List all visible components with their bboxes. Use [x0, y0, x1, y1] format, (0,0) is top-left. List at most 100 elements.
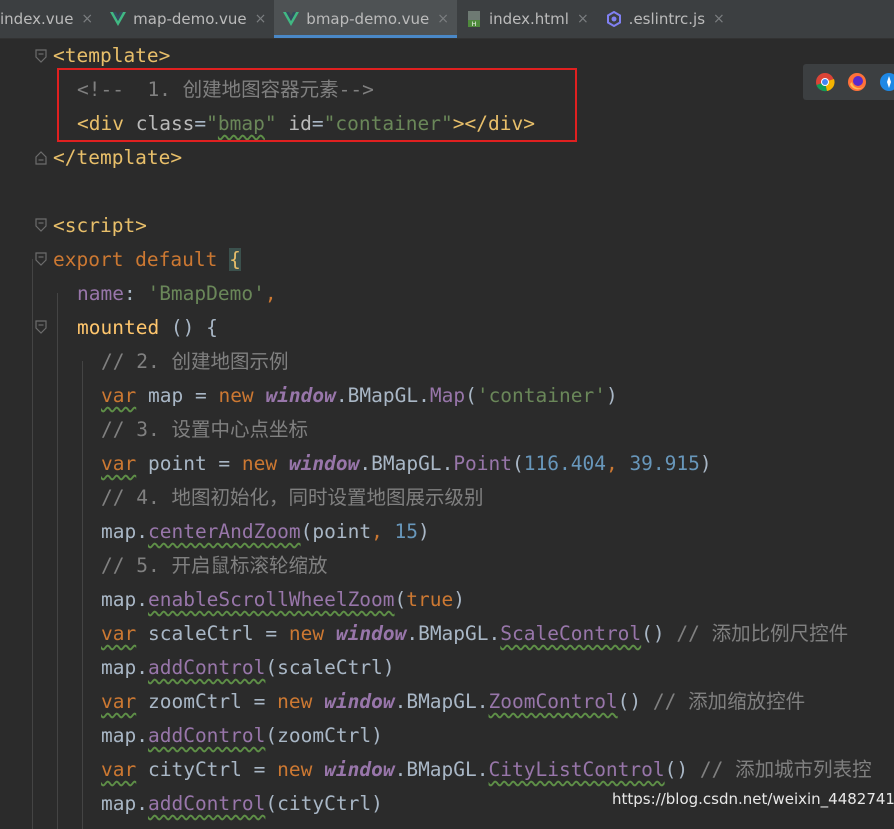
vue-icon	[109, 11, 127, 27]
close-icon[interactable]: ×	[81, 11, 93, 27]
tab-label: .eslintrc.js	[628, 10, 706, 28]
fold-marker-icon[interactable]	[35, 218, 47, 232]
code-line: var zoomCtrl = new window.BMapGL.ZoomCon…	[101, 690, 806, 713]
tab-label: index.html	[488, 10, 569, 28]
identifier: cityCtrl	[147, 758, 242, 781]
keyword: new	[241, 452, 278, 475]
identifier: map	[101, 792, 137, 815]
identifier: map	[101, 724, 137, 747]
code-line: mounted () {	[77, 311, 218, 345]
firefox-icon[interactable]	[847, 72, 867, 92]
keyword: new	[218, 384, 254, 407]
vue-icon	[282, 11, 300, 27]
keyword: new	[277, 758, 313, 781]
fold-marker-icon[interactable]	[35, 49, 47, 63]
identifier: point	[147, 452, 207, 475]
comment: // 添加缩放控件	[652, 690, 806, 713]
code-line: var cityCtrl = new window.BMapGL.CityLis…	[101, 758, 872, 781]
method: centerAndZoom	[147, 520, 301, 543]
keyword: new	[288, 622, 325, 645]
code-line: map.enableScrollWheelZoom(true)	[101, 588, 465, 611]
code-line: map.centerAndZoom(point, 15)	[101, 520, 430, 543]
code-line: <script>	[53, 209, 147, 243]
code-line: </template>	[53, 141, 182, 175]
tab-eslintrc-js[interactable]: .eslintrc.js ×	[597, 0, 733, 38]
keyword: var	[101, 690, 137, 713]
global: window	[324, 690, 395, 713]
close-icon[interactable]: ×	[255, 11, 267, 27]
identifier: BMapGL	[406, 758, 477, 781]
identifier: scaleCtrl	[147, 622, 254, 645]
identifier: BMapGL	[371, 452, 442, 475]
keyword: export default	[53, 248, 218, 271]
keyword: new	[277, 690, 313, 713]
method: addControl	[147, 724, 266, 747]
method: ScaleControl	[500, 622, 642, 645]
close-icon[interactable]: ×	[437, 11, 449, 27]
safari-icon[interactable]	[879, 72, 894, 92]
code-line: // 5. 开启鼠标滚轮缩放	[101, 549, 327, 583]
code-line: name: 'BmapDemo',	[77, 282, 277, 305]
method: Point	[453, 452, 513, 475]
tab-index-html[interactable]: H index.html ×	[457, 0, 597, 38]
method: addControl	[147, 656, 266, 679]
browser-preview-bar	[803, 64, 894, 100]
identifier: BMapGL	[406, 690, 477, 713]
string: 'container'	[476, 384, 606, 407]
code-line: map.addControl(cityCtrl)	[101, 792, 383, 815]
identifier: zoomCtrl	[277, 724, 372, 747]
code-line: // 3. 设置中心点坐标	[101, 413, 308, 447]
identifier: map	[101, 656, 137, 679]
watermark-text: https://blog.csdn.net/weixin_44827418	[612, 790, 894, 808]
indent-guide	[82, 361, 83, 829]
close-icon[interactable]: ×	[713, 11, 725, 27]
code-editor[interactable]: <template> <!-- 1. 创建地图容器元素--> <div clas…	[0, 39, 894, 829]
fold-marker-icon[interactable]	[35, 320, 47, 334]
comment: // 5. 开启鼠标滚轮缩放	[101, 554, 328, 577]
code-line: var scaleCtrl = new window.BMapGL.ScaleC…	[101, 622, 849, 645]
tab-index-vue[interactable]: index.vue ×	[0, 0, 101, 38]
method: ZoomControl	[488, 690, 618, 713]
code-text: () {	[159, 316, 218, 339]
identifier: map	[147, 384, 184, 407]
method: addControl	[147, 792, 266, 815]
tab-map-demo-vue[interactable]: map-demo.vue ×	[101, 0, 274, 38]
code-line: export default {	[53, 243, 241, 277]
identifier: map	[101, 520, 137, 543]
fold-marker-icon[interactable]	[35, 151, 47, 165]
keyword: var	[101, 452, 137, 475]
indent-guide	[57, 293, 58, 829]
script-open-tag: <script>	[53, 214, 147, 237]
annotation-highlight-box	[57, 68, 577, 142]
method: CityListControl	[488, 758, 665, 781]
identifier: BMapGL	[418, 622, 489, 645]
property: name	[77, 282, 124, 305]
close-icon[interactable]: ×	[577, 11, 589, 27]
comment: // 添加城市列表控	[699, 758, 872, 781]
chrome-icon[interactable]	[815, 72, 835, 92]
code-line: // 2. 创建地图示例	[101, 345, 288, 379]
identifier: BMapGL	[347, 384, 419, 407]
string: 'BmapDemo'	[147, 282, 265, 305]
global: window	[288, 452, 360, 475]
identifier: zoomCtrl	[147, 690, 242, 713]
global: window	[335, 622, 407, 645]
comment: // 添加比例尺控件	[676, 622, 849, 645]
svg-text:H: H	[472, 21, 477, 27]
method: enableScrollWheelZoom	[147, 588, 395, 611]
tab-label: index.vue	[0, 10, 74, 28]
code-line: map.addControl(scaleCtrl)	[101, 656, 395, 679]
fold-marker-icon[interactable]	[35, 252, 47, 266]
editor-tab-bar: index.vue × map-demo.vue × bmap-demo.vue…	[0, 0, 894, 39]
identifier: map	[101, 588, 137, 611]
comment: // 3. 设置中心点坐标	[101, 418, 308, 441]
keyword: var	[101, 758, 137, 781]
keyword: var	[101, 622, 137, 645]
tab-label: map-demo.vue	[133, 10, 247, 28]
code-line: var point = new window.BMapGL.Point(116.…	[101, 452, 712, 475]
code-line: var map = new window.BMapGL.Map('contain…	[101, 384, 618, 407]
identifier: cityCtrl	[277, 792, 372, 815]
indent-guide	[32, 259, 33, 829]
brace: {	[229, 248, 241, 271]
tab-bmap-demo-vue[interactable]: bmap-demo.vue ×	[274, 0, 457, 38]
